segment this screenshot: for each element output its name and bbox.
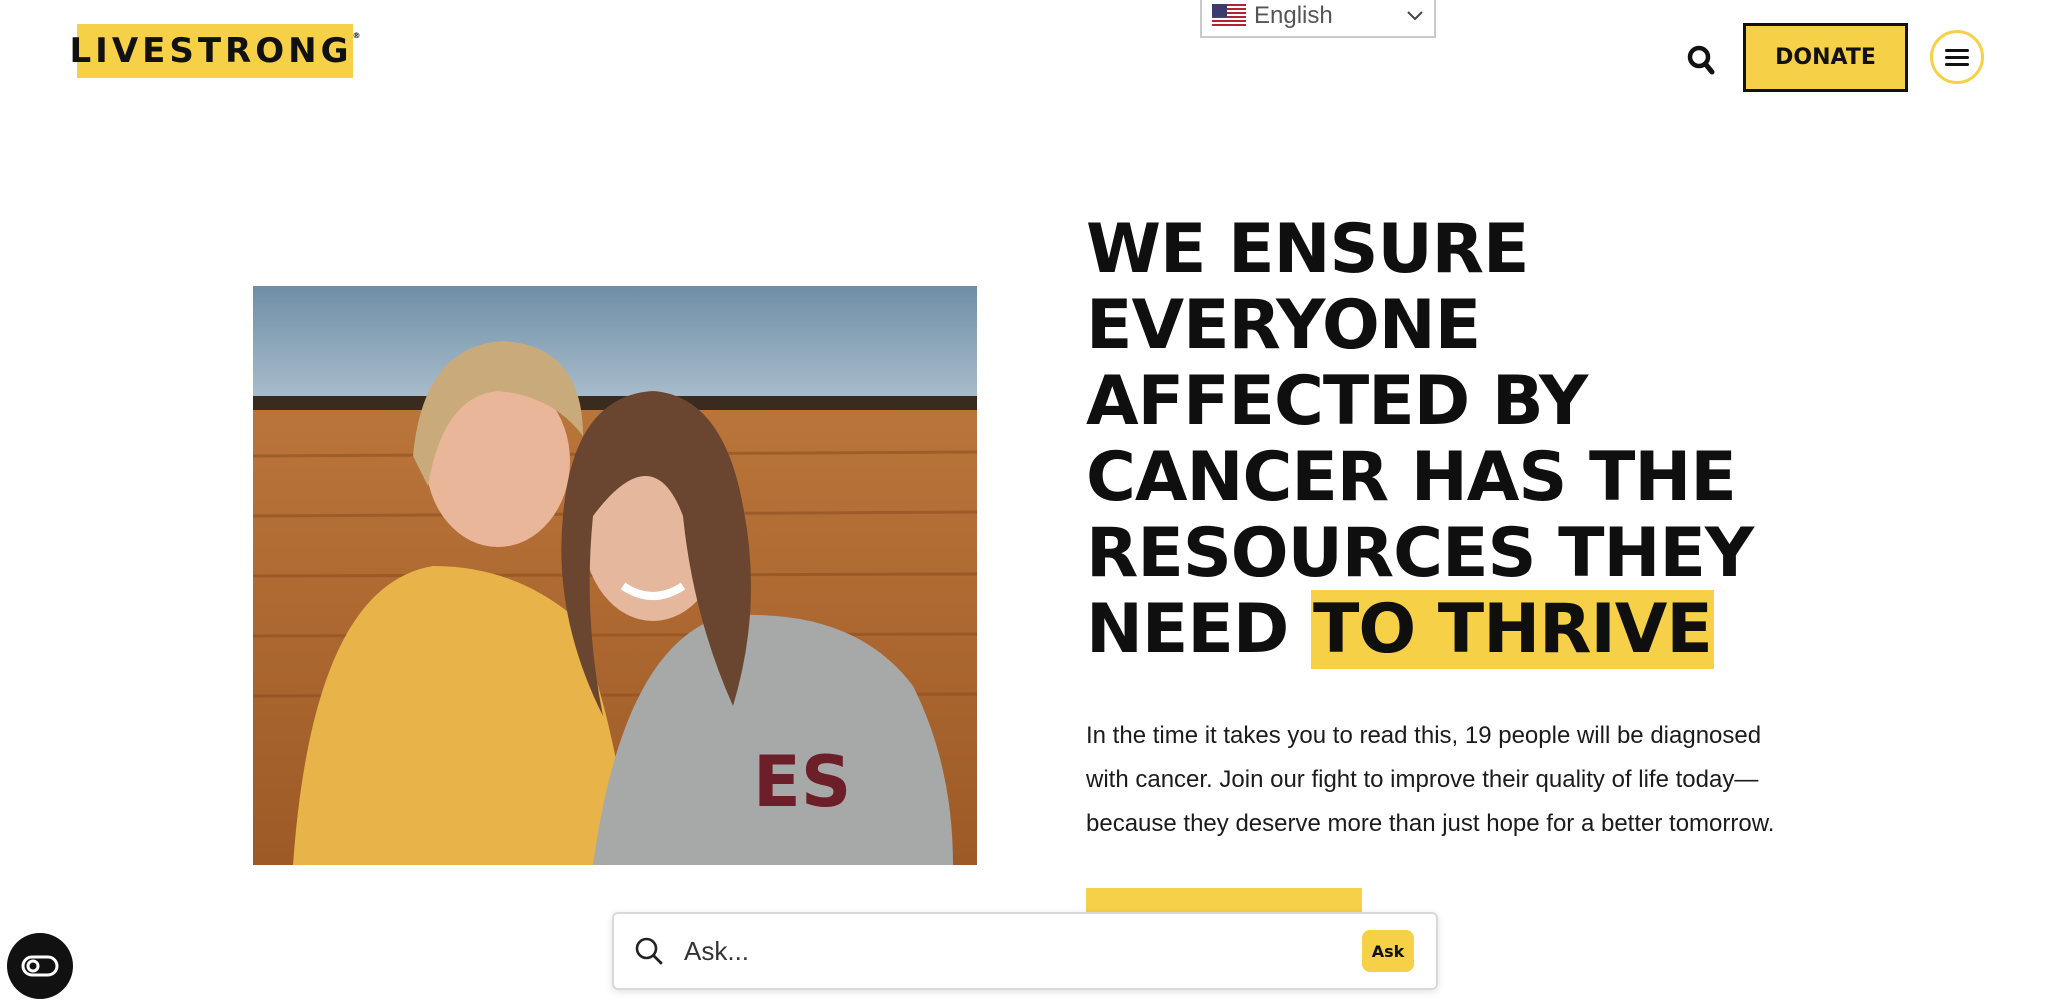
ask-button[interactable]: Ask bbox=[1362, 930, 1414, 972]
hero-image: ES bbox=[253, 286, 977, 865]
language-select[interactable]: English bbox=[1200, 0, 1436, 38]
accessibility-toggle-button[interactable] bbox=[7, 933, 73, 999]
us-flag-icon bbox=[1212, 4, 1246, 28]
hero-body-text: In the time it takes you to read this, 1… bbox=[1086, 722, 1775, 837]
livestrong-logo[interactable]: LIVESTRONG® bbox=[70, 24, 361, 78]
donate-button[interactable]: DONATE bbox=[1743, 23, 1908, 92]
headline-line: AFFECTED BY bbox=[1086, 362, 1588, 441]
accessibility-toggle-icon bbox=[21, 955, 59, 977]
language-label: English bbox=[1254, 2, 1333, 29]
search-icon bbox=[635, 937, 663, 965]
headline-line: RESOURCES THEY bbox=[1086, 514, 1754, 593]
headline-line: CANCER HAS THE bbox=[1086, 438, 1737, 517]
svg-text:ES: ES bbox=[753, 741, 851, 823]
ask-input[interactable] bbox=[682, 934, 1362, 968]
logo-text: LIVESTRONG® bbox=[69, 31, 361, 71]
headline-highlight: TO THRIVE bbox=[1310, 590, 1714, 669]
headline-line: NEED TO THRIVE bbox=[1086, 590, 1786, 669]
chevron-down-icon bbox=[1407, 11, 1423, 21]
hamburger-menu-icon bbox=[1945, 49, 1969, 66]
hero-photo: ES bbox=[253, 286, 977, 865]
ask-bar: Ask bbox=[612, 912, 1438, 990]
search-button[interactable] bbox=[1686, 44, 1716, 76]
headline-line: EVERYONE bbox=[1086, 286, 1481, 365]
headline-plain: NEED bbox=[1086, 590, 1311, 669]
headline-line: WE ENSURE bbox=[1086, 210, 1530, 289]
menu-button[interactable] bbox=[1930, 30, 1984, 84]
search-icon bbox=[1687, 45, 1715, 75]
hero-headline: WE ENSURE EVERYONE AFFECTED BY CANCER HA… bbox=[1086, 210, 1786, 669]
